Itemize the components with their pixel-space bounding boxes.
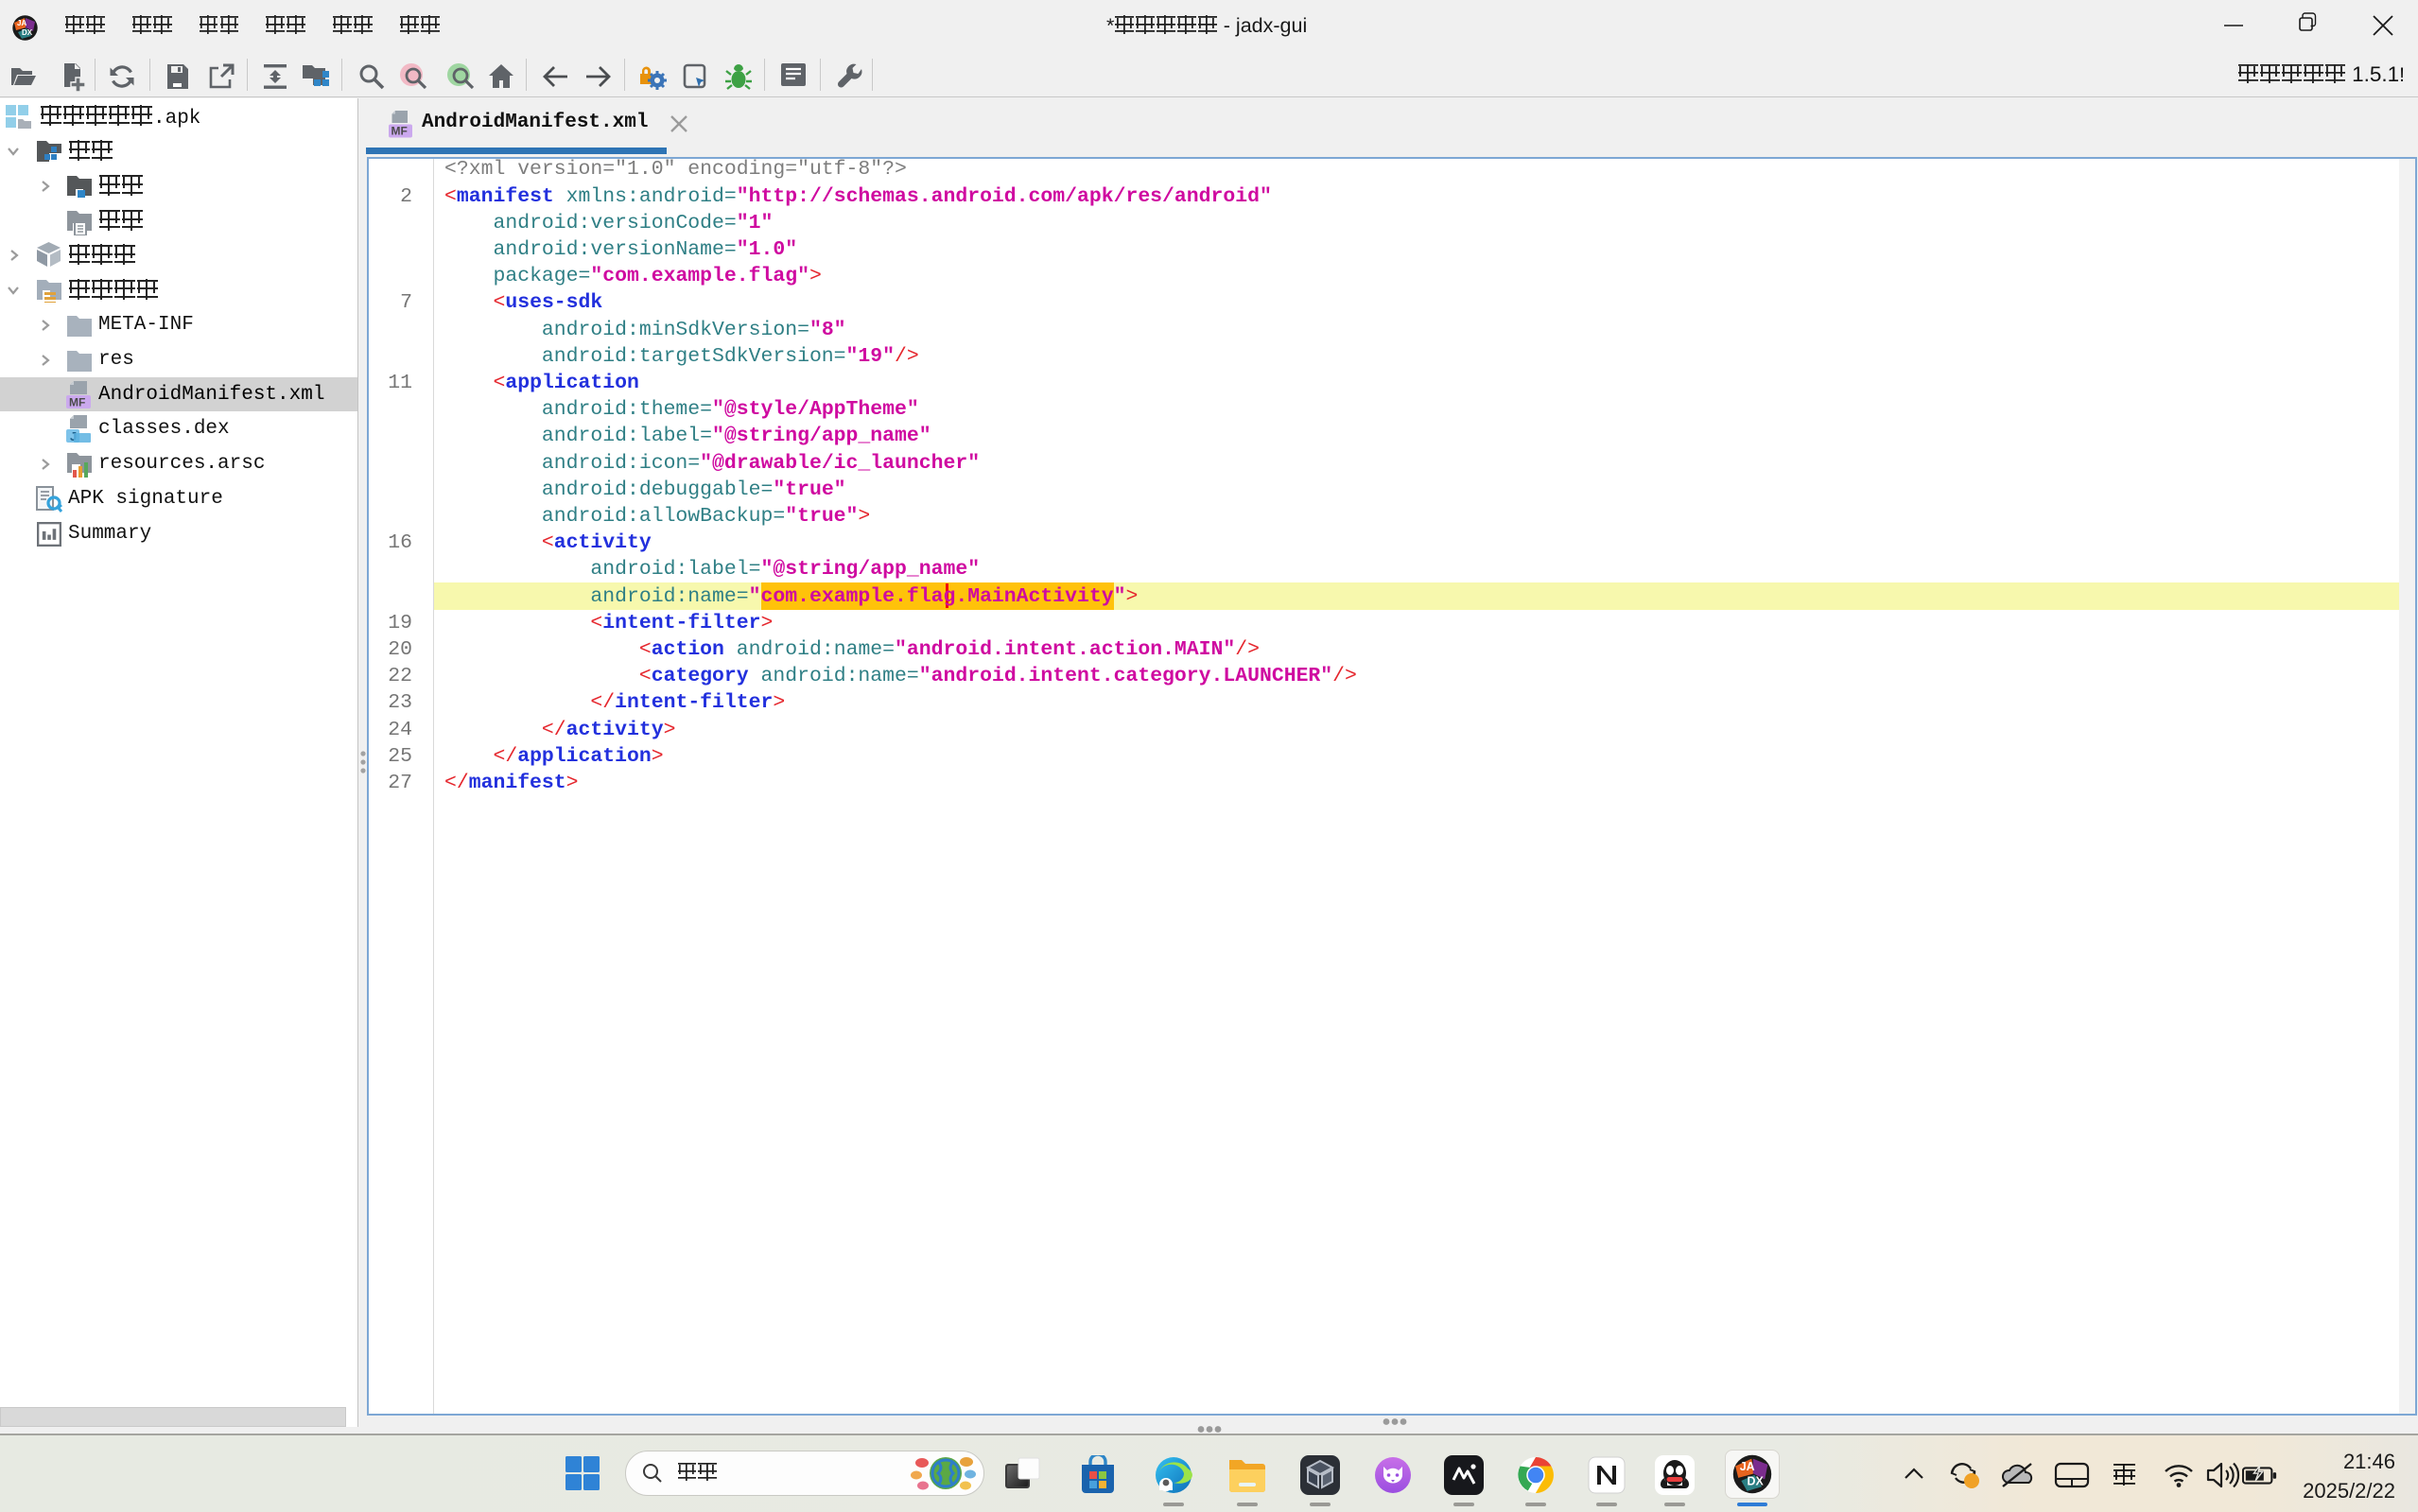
svg-text:JA: JA (1740, 1460, 1755, 1473)
svg-text:JA: JA (17, 19, 26, 27)
svg-text:MF: MF (391, 125, 408, 138)
svg-text:DX: DX (1748, 1475, 1765, 1488)
svg-text:DX: DX (22, 28, 33, 37)
svg-text:MF: MF (69, 395, 85, 408)
